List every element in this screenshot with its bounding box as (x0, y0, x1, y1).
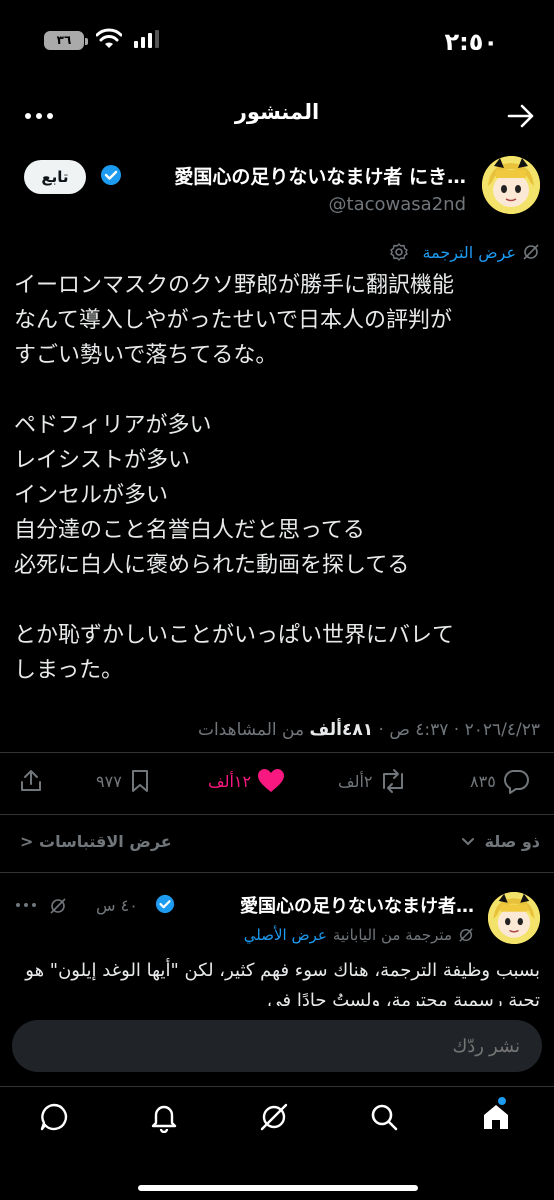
reply-button[interactable]: ٨٣٥ (470, 768, 530, 794)
heart-icon (258, 769, 285, 792)
sort-label: ذو صلة (484, 832, 540, 851)
post-author: تابع 愛国心の足りないなまけ者 にき… @tacowasa2nd (0, 152, 554, 226)
bookmark-icon (131, 770, 148, 792)
bookmark-count: ٩٧٧ (96, 771, 122, 791)
avatar[interactable] (488, 892, 540, 944)
repost-icon (383, 769, 404, 793)
share-icon (21, 770, 41, 791)
repost-button[interactable]: ٢ألف (338, 768, 408, 794)
post-text: イーロンマスクのクソ野郎が勝手に翻訳機能 なんて導入しやがったせいで日本人の評判… (14, 273, 455, 683)
repost-count: ٢ألف (338, 771, 373, 791)
chevron-left-icon: < (20, 832, 34, 851)
reply-text: بسبب وظيفة الترجمة، هناك سوء فهم كثير، ل… (25, 960, 540, 1006)
reply-sort-select[interactable]: ذو صلة (461, 832, 540, 851)
translate-row: عرض الترجمة (389, 238, 541, 266)
follow-button[interactable]: تابع (24, 160, 86, 194)
author-name[interactable]: 愛国心の足りないなまけ者 にき… (174, 162, 466, 189)
nav-header: المنشور (0, 86, 554, 148)
comment-icon (503, 770, 529, 794)
avatar-image (488, 892, 540, 944)
cellular-signal-icon (134, 30, 159, 48)
views-label: من المشاهدات (197, 720, 310, 740)
divider (0, 814, 554, 815)
more-icon[interactable] (14, 900, 38, 910)
verified-badge-icon (155, 894, 175, 914)
page-title: المنشور (234, 100, 320, 124)
home-icon[interactable] (480, 1101, 512, 1133)
reply-item[interactable]: 愛国心の足りないなまけ者… ٤٠ س مترجمة من اليابانية ع… (0, 886, 554, 1006)
reply-author-name[interactable]: 愛国心の足りないなまけ者… (240, 892, 474, 918)
reply-count: ٨٣٥ (470, 771, 496, 791)
status-bar: ٣٦ ٢:٥٠ (0, 0, 554, 86)
messages-icon[interactable] (38, 1101, 70, 1133)
home-indicator (138, 1185, 418, 1191)
divider (0, 872, 554, 873)
views-count: ٤٨١ألف (309, 720, 374, 740)
settings-gear-icon[interactable] (389, 242, 409, 262)
back-arrow-icon[interactable] (506, 102, 536, 130)
show-original-link[interactable]: عرض الأصلي (244, 926, 327, 944)
post-meta: ٢٠٢٦/٤/٢٣ · ٤:٣٧ ص · ٤٨١ألف من المشاهدات (198, 720, 540, 740)
notifications-bell-icon[interactable] (148, 1101, 180, 1133)
compose-bar (0, 1008, 554, 1088)
view-translation-link[interactable]: عرض الترجمة (423, 243, 517, 262)
chevron-down-icon (462, 838, 474, 846)
avatar-image (482, 156, 540, 214)
author-handle[interactable]: @tacowasa2nd (329, 194, 466, 215)
view-quotes-link[interactable]: عرض الاقتباسات < (20, 832, 172, 851)
search-icon[interactable] (368, 1101, 400, 1133)
reply-time: ٤٠ س (96, 896, 138, 915)
wifi-icon (96, 28, 122, 48)
avatar[interactable] (482, 156, 540, 214)
translate-slash-icon (459, 928, 473, 942)
view-quotes-label: عرض الاقتباسات (38, 832, 172, 851)
grok-slash-icon[interactable] (48, 896, 68, 916)
divider (0, 752, 554, 753)
translated-from-label: مترجمة من اليابانية (332, 926, 452, 944)
battery-icon: ٣٦ (44, 31, 88, 50)
bookmark-button[interactable]: ٩٧٧ (96, 768, 152, 794)
reply-translation-row: مترجمة من اليابانية عرض الأصلي (244, 926, 474, 944)
post-actions: ٩٧٧ ١٢ألف ٢ألف ٨٣٥ (0, 762, 554, 806)
grok-icon[interactable] (258, 1101, 290, 1133)
verified-badge-icon (101, 165, 121, 185)
like-button[interactable]: ١٢ألف (208, 768, 285, 794)
reply-input[interactable] (12, 1020, 542, 1072)
quotes-row: عرض الاقتباسات < ذو صلة (0, 830, 554, 860)
bottom-tab-bar (0, 1086, 554, 1200)
like-count: ١٢ألف (208, 771, 252, 791)
translate-slash-icon (523, 244, 539, 260)
share-button[interactable] (18, 768, 44, 794)
post-date-time[interactable]: ٢٠٢٦/٤/٢٣ · ٤:٣٧ ص · (373, 720, 541, 740)
status-time: ٢:٥٠ (444, 28, 498, 56)
